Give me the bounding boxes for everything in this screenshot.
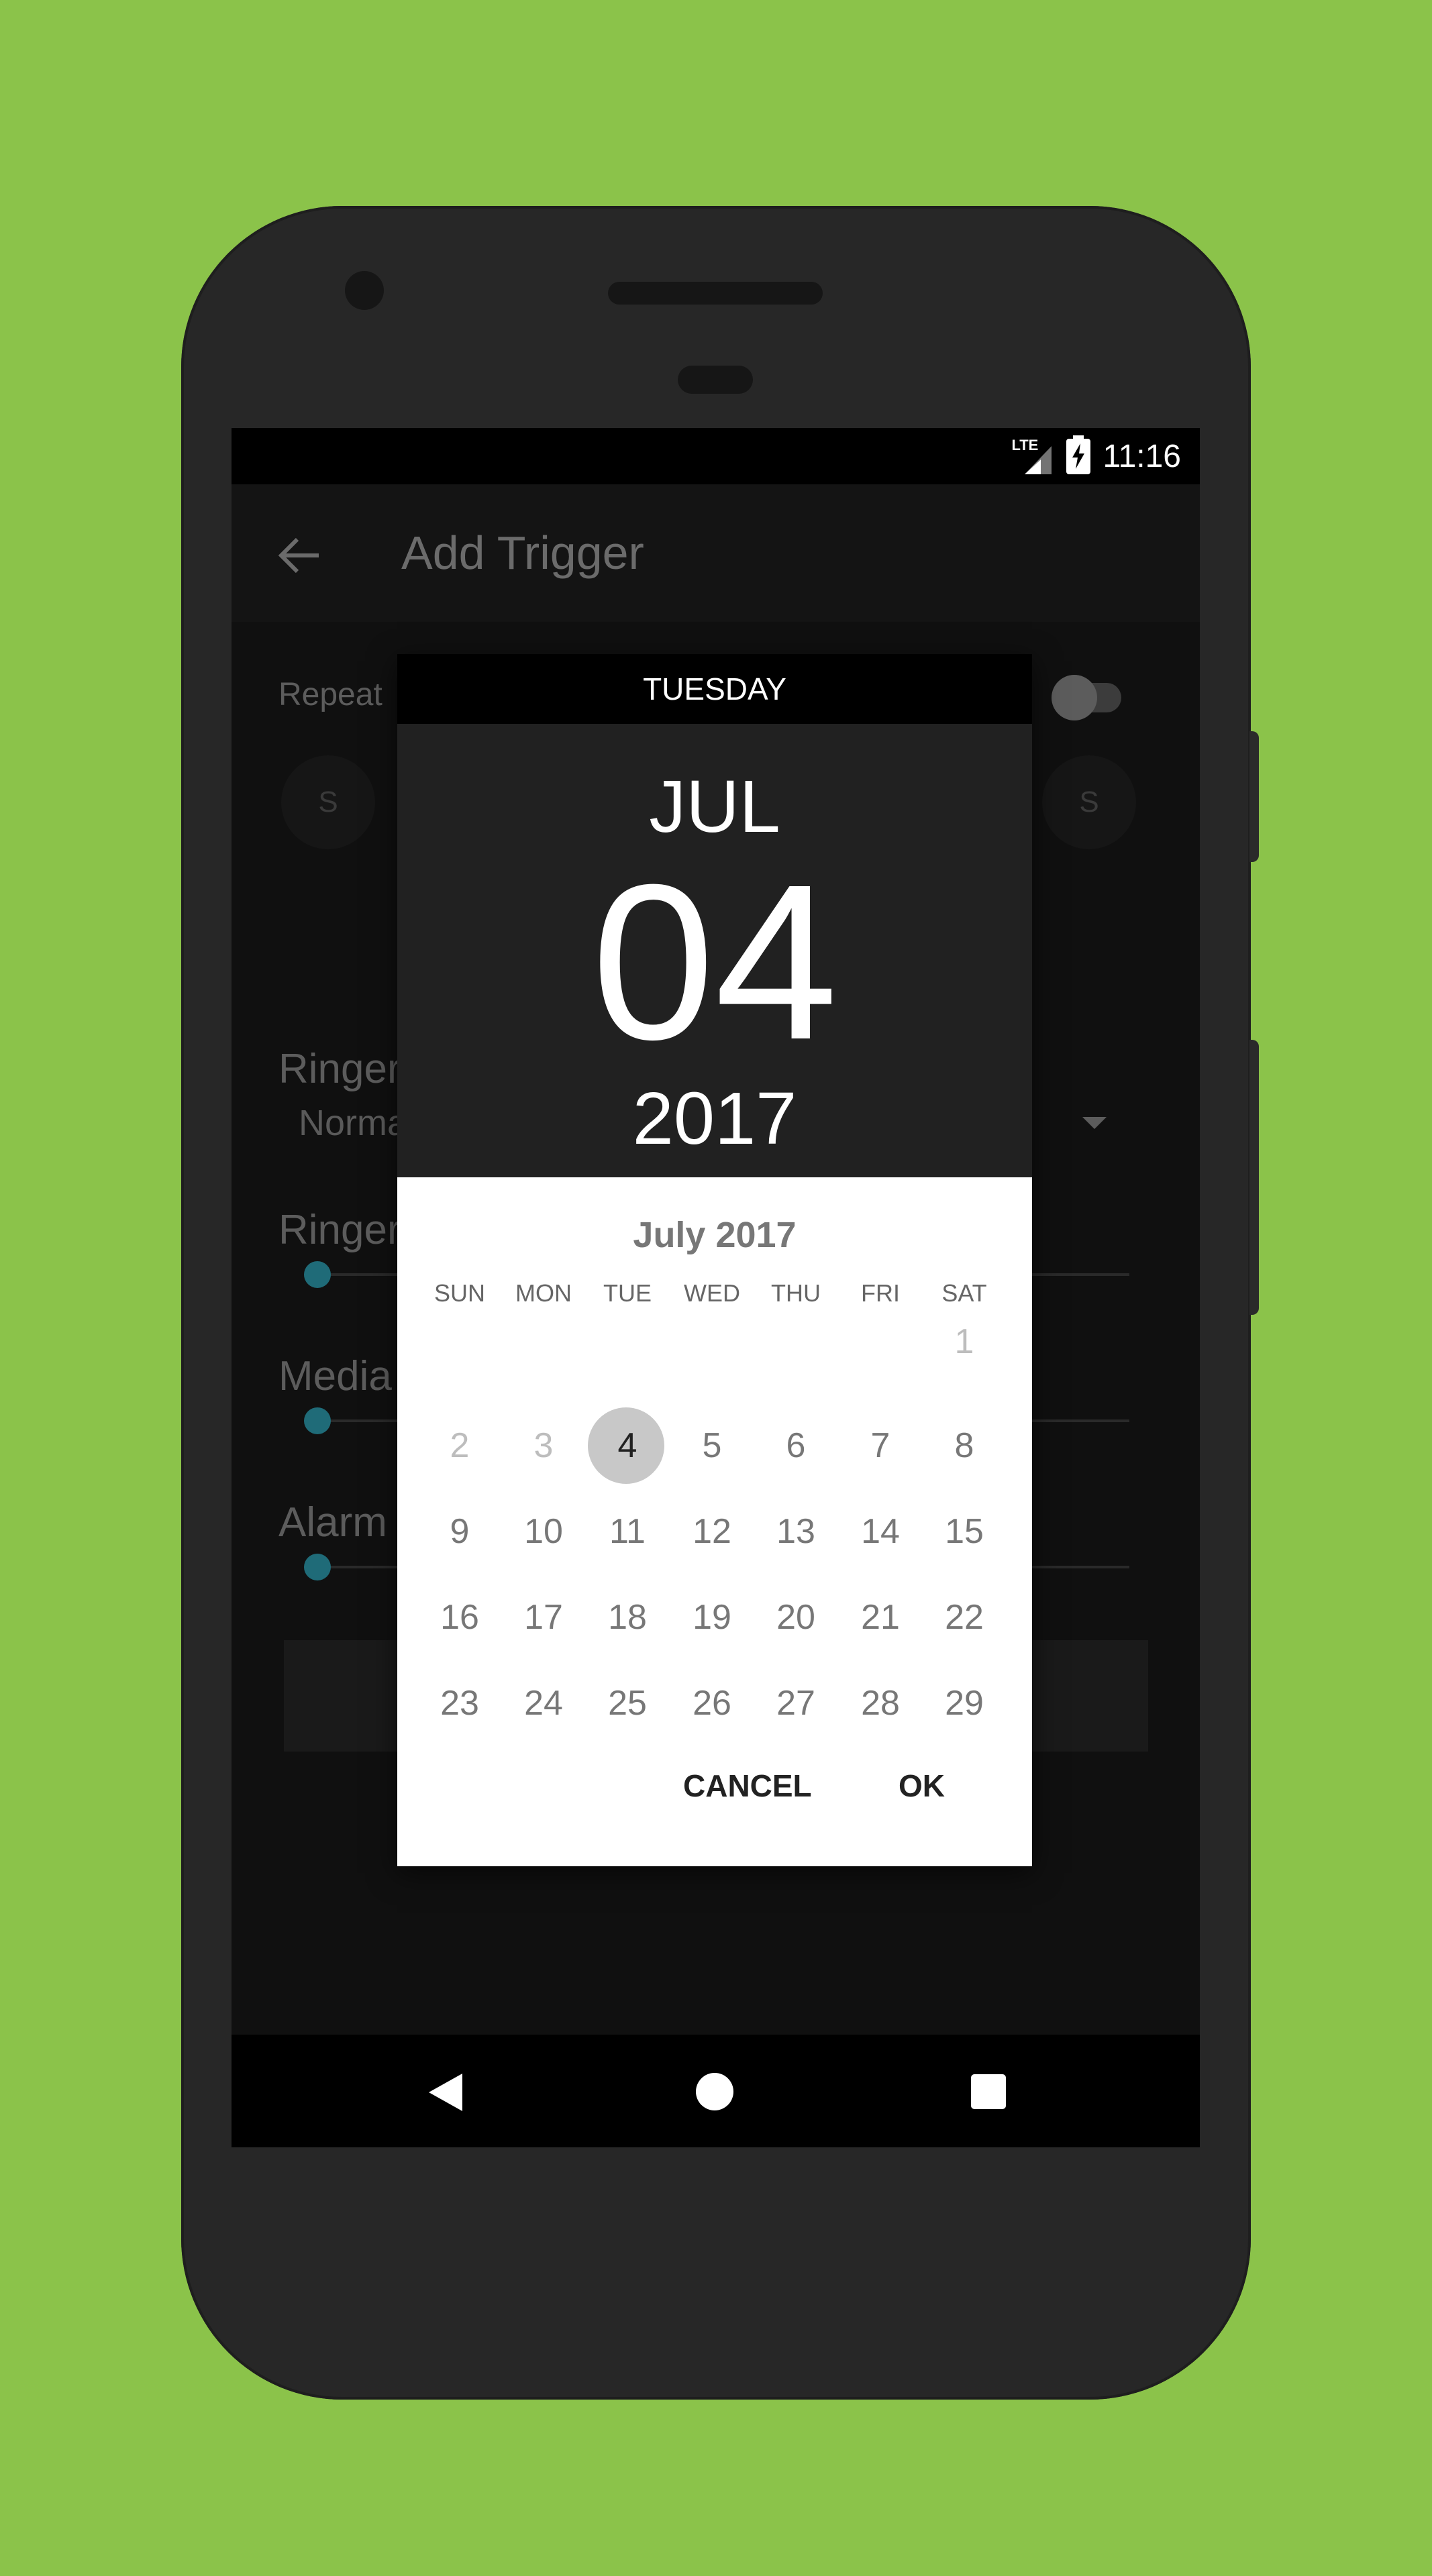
media-volume-thumb[interactable] — [304, 1407, 331, 1434]
calendar-day[interactable]: 26 — [670, 1666, 754, 1740]
calendar-day[interactable]: 27 — [754, 1666, 838, 1740]
status-time: 11:16 — [1103, 438, 1181, 474]
calendar-day[interactable]: 22 — [922, 1580, 1007, 1654]
calendar-day[interactable]: 6 — [754, 1409, 838, 1483]
status-bar: LTE 11:16 — [232, 428, 1200, 484]
nav-recent-icon[interactable] — [971, 2074, 1006, 2109]
calendar-day[interactable]: 12 — [670, 1495, 754, 1568]
day-toggle-sunday[interactable]: S — [281, 755, 375, 849]
calendar-day[interactable]: 5 — [670, 1409, 754, 1483]
calendar-day[interactable]: 16 — [417, 1580, 502, 1654]
day-toggle-saturday[interactable]: S — [1042, 755, 1136, 849]
lte-signal-icon: LTE — [1011, 437, 1054, 476]
calendar-day[interactable]: 8 — [922, 1409, 1007, 1483]
calendar-day: 2 — [450, 1426, 470, 1465]
cancel-button[interactable]: CANCEL — [683, 1768, 812, 1804]
repeat-toggle-thumb[interactable] — [1052, 675, 1097, 720]
nav-home-icon[interactable] — [696, 2073, 733, 2110]
header-year[interactable]: 2017 — [397, 1076, 1032, 1161]
calendar-day[interactable]: 24 — [501, 1666, 586, 1740]
navigation-bar — [232, 2035, 1200, 2147]
calendar-day[interactable]: 25 — [585, 1666, 670, 1740]
calendar-day[interactable]: 29 — [922, 1666, 1007, 1740]
calendar-day[interactable]: 21 — [838, 1580, 923, 1654]
volume-button — [1249, 1040, 1259, 1315]
page-title: Add Trigger — [401, 527, 644, 579]
repeat-label: Repeat — [278, 677, 382, 712]
arrow-left-icon[interactable] — [273, 529, 327, 582]
battery-charging-icon — [1066, 435, 1091, 478]
calendar-day[interactable]: 15 — [922, 1495, 1007, 1568]
calendar-day-selected[interactable]: 4 — [585, 1409, 670, 1483]
calendar-day[interactable]: 9 — [417, 1495, 502, 1568]
ringer-mode-dropdown[interactable]: Norma — [299, 1102, 407, 1144]
alarm-volume-thumb[interactable] — [304, 1554, 331, 1580]
calendar-day[interactable]: 7 — [838, 1409, 923, 1483]
weekday-label: SUN — [433, 1279, 485, 1307]
calendar-day[interactable]: 13 — [754, 1495, 838, 1568]
weekday-label: THU — [771, 1279, 821, 1307]
ringer-volume-thumb[interactable] — [304, 1261, 331, 1288]
media-volume-label: Media — [278, 1353, 392, 1399]
nav-back-icon[interactable] — [427, 2072, 464, 2116]
weekday-label: MON — [515, 1279, 572, 1307]
header-month[interactable]: JUL — [397, 764, 1032, 849]
earpiece-speaker — [608, 282, 823, 305]
front-camera — [345, 271, 384, 310]
ok-button[interactable]: OK — [899, 1768, 945, 1804]
date-header: JUL 04 2017 — [397, 724, 1032, 1177]
header-day[interactable]: 04 — [397, 851, 1032, 1073]
calendar-day: 3 — [533, 1426, 554, 1465]
date-picker-dialog: TUESDAY JUL 04 2017 July 2017 SUN MON TU… — [397, 654, 1032, 1866]
calendar-day[interactable]: 10 — [501, 1495, 586, 1568]
chevron-down-icon[interactable] — [1082, 1117, 1107, 1129]
weekday-label: WED — [684, 1279, 740, 1307]
alarm-volume-label: Alarm — [278, 1499, 387, 1546]
calendar-month-title: July 2017 — [633, 1215, 797, 1255]
ringer-mode-label: Ringer — [278, 1046, 401, 1092]
weekday-label: FRI — [861, 1279, 900, 1307]
calendar-day[interactable]: 20 — [754, 1580, 838, 1654]
day-name: TUESDAY — [397, 654, 1032, 724]
calendar-day[interactable]: 17 — [501, 1580, 586, 1654]
calendar-day[interactable]: 28 — [838, 1666, 923, 1740]
calendar-day[interactable]: 18 — [585, 1580, 670, 1654]
calendar-day[interactable]: 11 — [585, 1495, 670, 1568]
calendar-day[interactable]: 19 — [670, 1580, 754, 1654]
app-bar: Add Trigger — [232, 484, 1200, 622]
calendar-day: 1 — [954, 1322, 974, 1361]
weekday-label: SAT — [941, 1279, 987, 1307]
calendar-day[interactable]: 23 — [417, 1666, 502, 1740]
ringer-volume-label: Ringer — [278, 1207, 401, 1253]
power-button — [1249, 731, 1259, 862]
calendar-day[interactable]: 14 — [838, 1495, 923, 1568]
weekday-label: TUE — [603, 1279, 652, 1307]
proximity-sensor — [678, 366, 753, 394]
